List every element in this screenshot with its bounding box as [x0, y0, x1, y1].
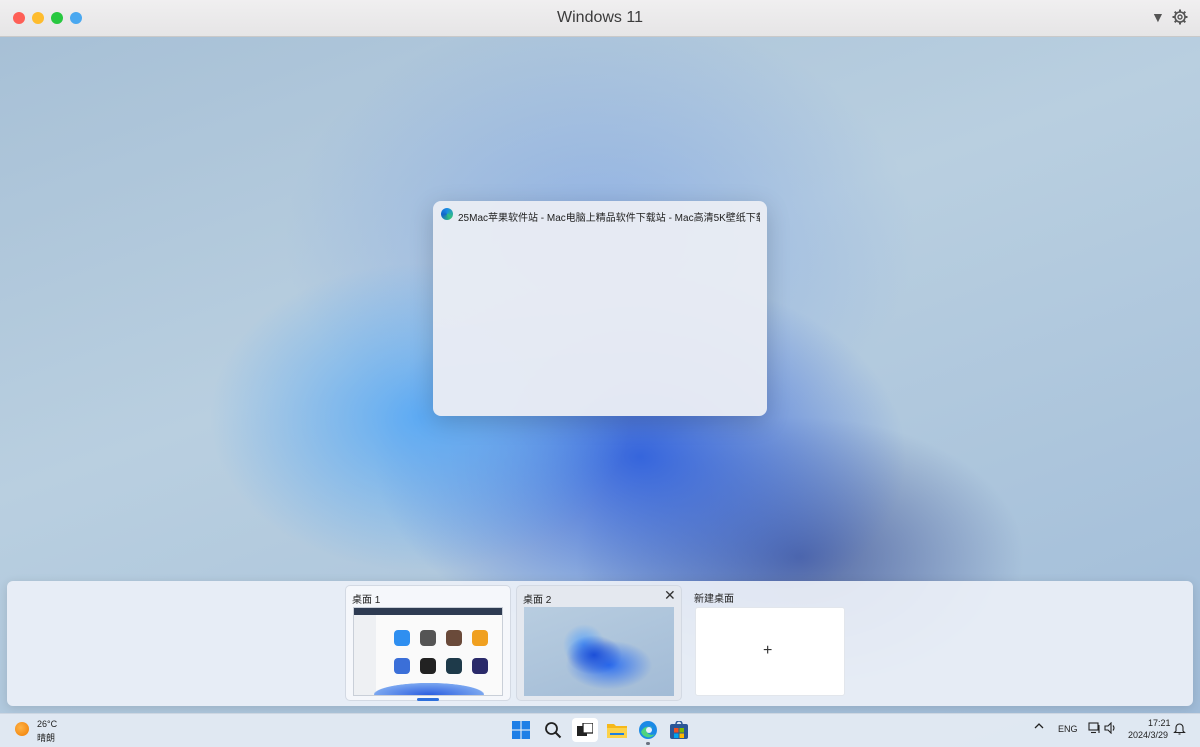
show-hidden-icons-chevron[interactable]	[1034, 722, 1044, 733]
thumbnail-app-tile	[394, 630, 410, 646]
dropdown-triangle-icon[interactable]: ▼	[1151, 9, 1165, 25]
desktop-2-label: 桌面 2	[523, 595, 552, 606]
network-icon[interactable]	[1088, 722, 1101, 736]
task-view-window-title: 25Mac苹果软件站 - Mac电脑上精品软件下载站 - Mac高清5K壁纸下载…	[458, 213, 760, 224]
weather-sun-icon[interactable]	[15, 722, 29, 736]
window-title: Windows 11	[557, 9, 643, 26]
desktop-1-thumbnail[interactable]	[353, 607, 503, 696]
thumbnail-app-tile	[394, 658, 410, 674]
input-language-indicator[interactable]: ENG	[1058, 724, 1078, 734]
gear-icon[interactable]	[1172, 9, 1188, 28]
weather-description[interactable]: 晴朗	[37, 731, 55, 744]
thumbnail-app-tile	[446, 658, 462, 674]
task-view-window-card[interactable]	[433, 201, 767, 416]
thumbnail-wallpaper-strip	[374, 683, 484, 695]
task-view-icon[interactable]	[572, 718, 598, 742]
clock-date[interactable]: 2024/3/29	[1128, 730, 1168, 740]
thumbnail-app-tile	[472, 630, 488, 646]
store-icon[interactable]	[667, 718, 691, 742]
desktop-2-thumbnail[interactable]	[524, 607, 674, 696]
running-app-indicator	[646, 742, 650, 745]
weather-temperature[interactable]: 26°C	[37, 719, 57, 729]
new-desktop-label: 新建桌面	[694, 594, 734, 605]
edge-icon	[441, 208, 453, 220]
thumbnail-app-tile	[446, 630, 462, 646]
thumbnail-sidebar	[354, 615, 376, 695]
desktop-1-label: 桌面 1	[352, 595, 381, 606]
edge-icon[interactable]	[636, 718, 660, 742]
notification-bell-icon[interactable]	[1173, 722, 1186, 737]
taskbar	[0, 713, 1200, 747]
clock-time[interactable]: 17:21	[1148, 718, 1171, 728]
start-icon[interactable]	[509, 718, 533, 742]
thumbnail-app-tile	[420, 658, 436, 674]
active-desktop-indicator	[417, 698, 439, 701]
thumbnail-header	[354, 608, 502, 615]
file-explorer-icon[interactable]	[605, 718, 629, 742]
plus-icon: +	[763, 642, 773, 659]
thumbnail-app-tile	[420, 630, 436, 646]
thumbnail-app-tile	[472, 658, 488, 674]
volume-icon[interactable]	[1104, 721, 1117, 736]
close-desktop-icon[interactable]: ✕	[664, 588, 676, 602]
search-icon[interactable]	[541, 718, 565, 742]
mac-title-bar: Windows 11 ▼	[0, 0, 1200, 37]
